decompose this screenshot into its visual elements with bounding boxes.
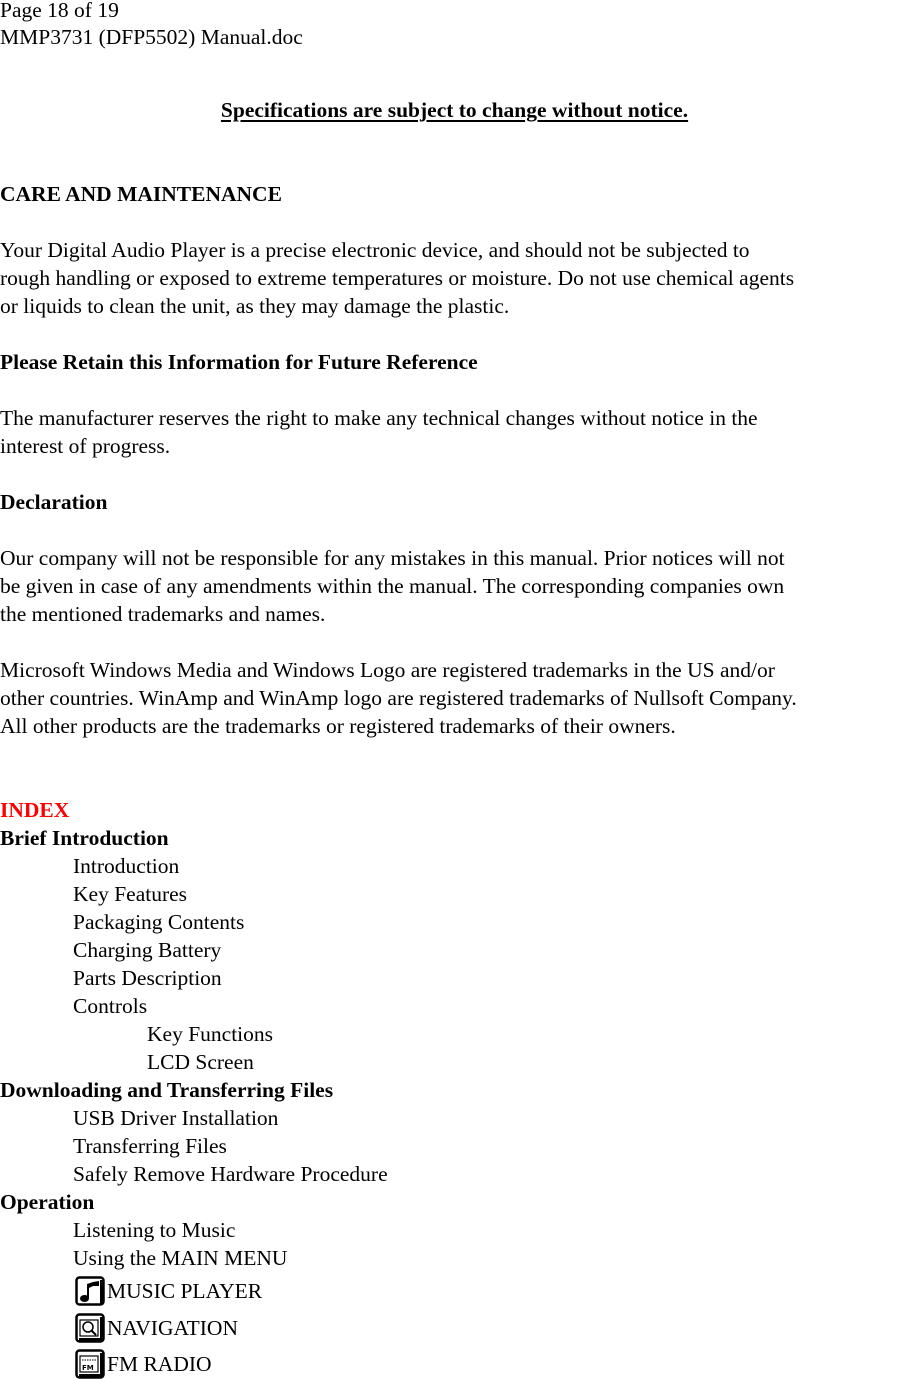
menu-item-navigation: NAVIGATION <box>75 1313 238 1343</box>
index-item: Listening to Music <box>73 1218 236 1242</box>
index-title: INDEX <box>0 798 70 822</box>
music-note-icon <box>75 1276 105 1306</box>
trademark-text-line: All other products are the trademarks or… <box>0 714 676 738</box>
menu-item-music-player: MUSIC PLAYER <box>75 1276 262 1306</box>
index-subitem: LCD Screen <box>147 1050 254 1074</box>
declaration-heading: Declaration <box>0 490 108 514</box>
index-section-title: Downloading and Transferring Files <box>0 1078 334 1102</box>
index-item: Controls <box>73 994 148 1018</box>
page-number: Page 18 of 19 <box>0 0 119 22</box>
trademark-text-line: Microsoft Windows Media and Windows Logo… <box>0 658 775 682</box>
fm-radio-icon: FM <box>75 1349 105 1379</box>
navigation-folder-icon <box>75 1313 105 1343</box>
declaration-text-line: be given in case of any amendments withi… <box>0 574 785 598</box>
index-item: Using the MAIN MENU <box>73 1246 288 1270</box>
retain-text-line: interest of progress. <box>0 434 171 458</box>
index-section-title: Brief Introduction <box>0 826 169 850</box>
index-item: Key Features <box>73 882 188 906</box>
menu-item-label: FM RADIO <box>107 1352 212 1376</box>
menu-item-label: NAVIGATION <box>107 1316 238 1340</box>
declaration-text-line: the mentioned trademarks and names. <box>0 602 326 626</box>
index-item: Introduction <box>73 854 180 878</box>
declaration-text-line: Our company will not be responsible for … <box>0 546 785 570</box>
index-item: Safely Remove Hardware Procedure <box>73 1162 388 1186</box>
menu-item-fm-radio: FM FM RADIO <box>75 1349 212 1379</box>
retain-heading: Please Retain this Information for Futur… <box>0 350 478 374</box>
index-subitem: Key Functions <box>147 1022 274 1046</box>
care-text-line: or liquids to clean the unit, as they ma… <box>0 294 510 318</box>
care-heading: CARE AND MAINTENANCE <box>0 182 282 206</box>
index-item: Transferring Files <box>73 1134 227 1158</box>
care-text-line: Your Digital Audio Player is a precise e… <box>0 238 750 262</box>
trademark-text-line: other countries. WinAmp and WinAmp logo … <box>0 686 797 710</box>
index-item: Charging Battery <box>73 938 222 962</box>
index-item: Packaging Contents <box>73 910 245 934</box>
specifications-notice: Specifications are subject to change wit… <box>220 98 689 122</box>
document-filename: MMP3731 (DFP5502) Manual.doc <box>0 25 303 49</box>
care-text-line: rough handling or exposed to extreme tem… <box>0 266 795 290</box>
index-item: Parts Description <box>73 966 222 990</box>
retain-text-line: The manufacturer reserves the right to m… <box>0 406 758 430</box>
svg-text:FM: FM <box>82 1364 94 1372</box>
menu-item-label: MUSIC PLAYER <box>107 1279 263 1303</box>
index-item: USB Driver Installation <box>73 1106 279 1130</box>
index-section-title: Operation <box>0 1190 95 1214</box>
